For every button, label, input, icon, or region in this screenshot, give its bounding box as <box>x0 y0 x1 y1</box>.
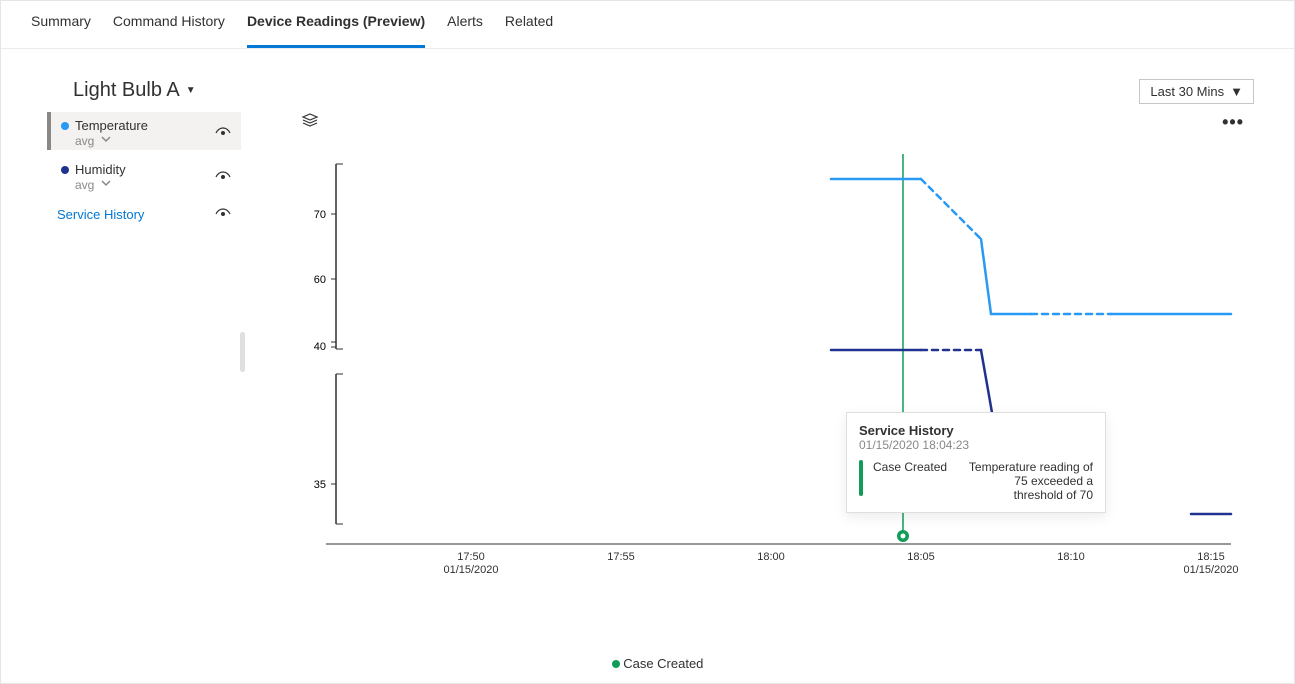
caret-down-icon: ▼ <box>1230 84 1243 99</box>
tab-summary[interactable]: Summary <box>31 13 91 48</box>
ytick: 70 <box>314 209 326 221</box>
xtick: 18:05 <box>907 551 935 563</box>
ytick: 40 <box>314 341 326 353</box>
xtick: 18:00 <box>757 551 785 563</box>
legend-item-label: Temperature <box>75 118 148 133</box>
content-header: Light Bulb A ▼ Last 30 Mins ▼ <box>41 79 1274 104</box>
legend-item-label: Humidity <box>75 162 126 177</box>
chevron-down-icon[interactable] <box>100 133 112 148</box>
tab-alerts[interactable]: Alerts <box>447 13 483 48</box>
time-range-label: Last 30 Mins <box>1150 84 1224 99</box>
event-legend: Case Created <box>41 650 1274 673</box>
series-color-dot <box>61 166 69 174</box>
tab-device-readings[interactable]: Device Readings (Preview) <box>247 13 425 48</box>
xtick-date: 01/15/2020 <box>1183 564 1238 576</box>
page-root: Summary Command History Device Readings … <box>0 0 1295 684</box>
event-legend-dot <box>612 660 620 668</box>
visibility-toggle-icon[interactable] <box>215 125 231 141</box>
visibility-toggle-icon[interactable] <box>215 169 231 185</box>
legend-item-humidity[interactable]: Humidity avg <box>47 156 241 194</box>
y-axis-temperature: 70 60 40 <box>314 164 343 353</box>
series-color-dot <box>61 122 69 130</box>
visibility-toggle-icon[interactable] <box>215 206 231 222</box>
legend-panel: Temperature avg <box>41 112 241 650</box>
more-icon[interactable]: ••• <box>1222 112 1244 133</box>
legend-item-agg: avg <box>75 134 94 148</box>
legend-item-agg: avg <box>75 178 94 192</box>
tooltip-title: Service History <box>859 423 1093 438</box>
caret-down-icon: ▼ <box>186 85 196 96</box>
content: Light Bulb A ▼ Last 30 Mins ▼ Temperatur… <box>1 49 1294 683</box>
series-temperature <box>831 179 1231 314</box>
chevron-down-icon[interactable] <box>100 177 112 192</box>
chart-area[interactable]: ••• 70 60 40 <box>241 112 1274 650</box>
event-tooltip: Service History 01/15/2020 18:04:23 Case… <box>846 412 1106 513</box>
ytick: 60 <box>314 274 326 286</box>
layers-icon[interactable] <box>301 112 319 133</box>
tooltip-description: Temperature reading of 75 exceeded a thr… <box>963 460 1093 502</box>
tab-command-history[interactable]: Command History <box>113 13 225 48</box>
legend-item-service-history[interactable]: Service History <box>47 200 241 228</box>
xtick: 17:50 <box>457 551 485 563</box>
tooltip-accent-bar <box>859 460 863 496</box>
y-axis-humidity: 35 <box>314 374 343 524</box>
device-title-text: Light Bulb A <box>73 79 180 102</box>
xtick: 17:55 <box>607 551 635 563</box>
xtick: 18:15 <box>1197 551 1225 563</box>
body-row: Temperature avg <box>41 112 1274 650</box>
ytick: 35 <box>314 479 326 491</box>
device-picker[interactable]: Light Bulb A ▼ <box>41 79 196 102</box>
xtick: 18:10 <box>1057 551 1085 563</box>
tooltip-timestamp: 01/15/2020 18:04:23 <box>859 438 1093 452</box>
legend-item-temperature[interactable]: Temperature avg <box>47 112 241 150</box>
event-legend-label: Case Created <box>623 656 703 671</box>
tab-related[interactable]: Related <box>505 13 553 48</box>
time-range-select[interactable]: Last 30 Mins ▼ <box>1139 79 1254 104</box>
tab-bar: Summary Command History Device Readings … <box>1 1 1294 49</box>
legend-item-label: Service History <box>57 207 144 222</box>
tooltip-event: Case Created <box>873 460 953 474</box>
chart-svg: 70 60 40 35 <box>271 124 1251 604</box>
x-ticks: 17:50 01/15/2020 17:55 18:00 18:05 18:10… <box>443 551 1238 576</box>
xtick-date: 01/15/2020 <box>443 564 498 576</box>
